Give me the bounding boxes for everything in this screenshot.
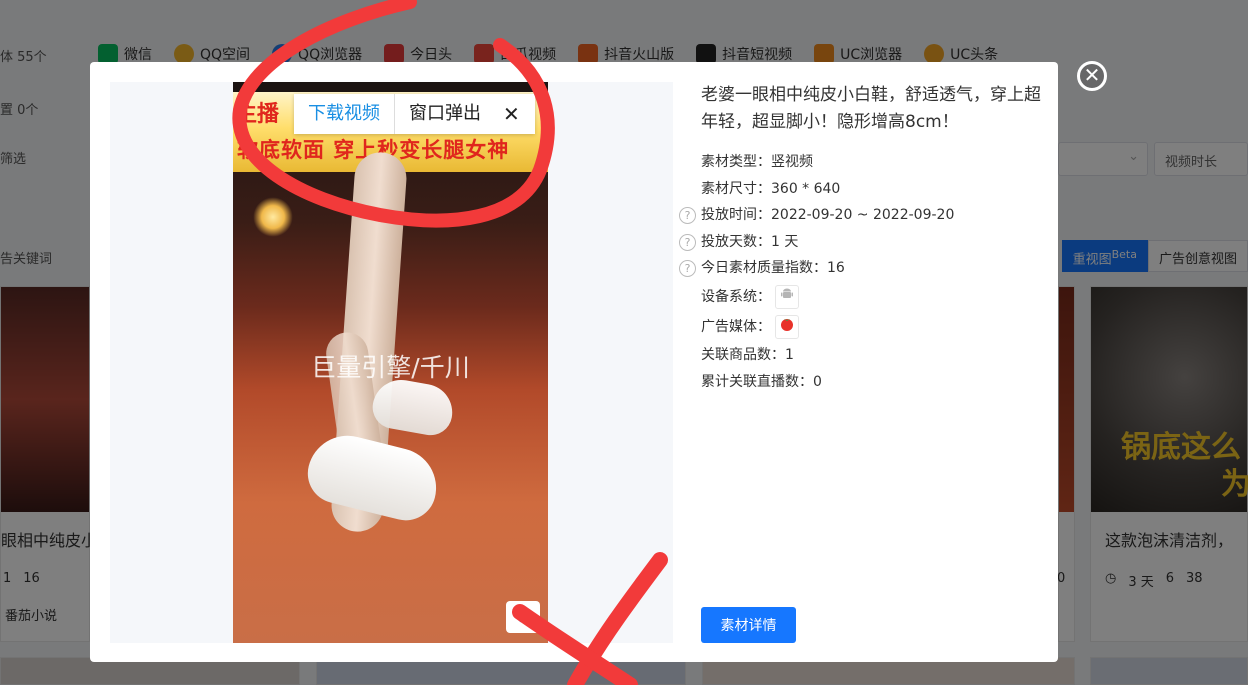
material-title: 老婆一眼相中纯皮小白鞋，舒适透气，穿上超年轻，超显脚小！隐形增高8cm！ (701, 85, 1041, 132)
field-linked-goods: 关联商品数： 1 (701, 346, 794, 363)
android-icon (775, 284, 799, 309)
material-field-list: 素材类型： 竖视频 素材尺寸： 360 * 640 ? 投放时间： 2022-09-20… (679, 149, 1041, 395)
close-icon: ✕ (1083, 63, 1101, 87)
field-material-type: 素材类型： 竖视频 (701, 154, 813, 170)
video-watermark: 巨量引擎/千川 (311, 353, 470, 382)
field-placement-days: ? 投放天数： 1 天 (679, 229, 1041, 256)
fanqie-icon (775, 314, 799, 339)
field-quality-index: ? 今日素材质量指数： 16 (679, 255, 1041, 282)
material-detail-button[interactable]: 素材详情 (701, 607, 796, 643)
video-shoe (301, 427, 445, 527)
help-icon[interactable]: ? (679, 206, 696, 224)
video-lamp (253, 197, 293, 237)
field-linked-live: 累计关联直播数： 0 (701, 373, 822, 390)
material-info-panel: 老婆一眼相中纯皮小白鞋，舒适透气，穿上超年轻，超显脚小！隐形增高8cm！ 素材类… (679, 82, 1041, 395)
modal-close-button[interactable]: ✕ (1077, 61, 1107, 91)
help-icon[interactable]: ? (679, 233, 696, 251)
field-placement-time: ? 投放时间： 2022-09-20 ~ 2022-09-20 (679, 202, 1041, 229)
video-corner-icon[interactable]: ◐ (506, 601, 540, 633)
field-material-size: 素材尺寸： 360 * 640 (701, 180, 841, 197)
video-player[interactable]: 主播 软底软面 穿上秒变长腿女神 巨量引擎/千川 ◐ (233, 82, 548, 643)
video-banner-top-text: 主播 (235, 102, 280, 127)
download-video-button[interactable]: 下载视频 (294, 94, 395, 134)
toolbar-close-icon[interactable]: ✕ (495, 102, 528, 126)
window-popup-button[interactable]: 窗口弹出 (395, 94, 495, 134)
field-ad-media: 广告媒体： (701, 312, 1041, 342)
download-toolbar: 下载视频 窗口弹出 ✕ (294, 94, 535, 134)
field-device-system: 设备系统： (701, 282, 1041, 312)
